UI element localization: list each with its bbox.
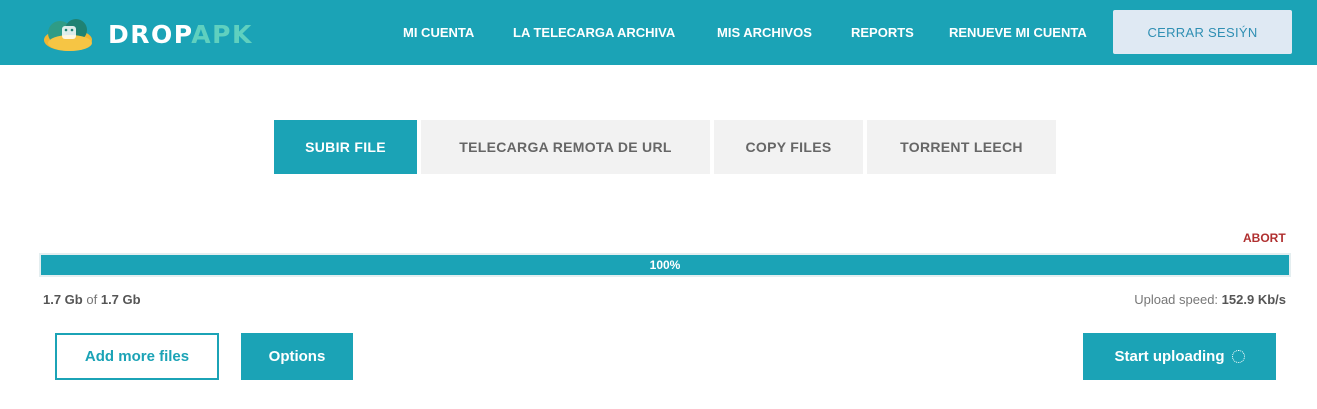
loading-spinner-icon [1231, 350, 1245, 363]
tab-upload-file[interactable]: SUBIR FILE [274, 120, 417, 174]
add-more-files-button[interactable]: Add more files [55, 333, 219, 380]
nav-renew-account[interactable]: RENUEVE MI CUENTA [949, 25, 1087, 40]
options-button[interactable]: Options [241, 333, 353, 380]
upload-method-tabs: SUBIR FILE TELECARGA REMOTA DE URL COPY … [0, 120, 1317, 174]
total-size: 1.7 Gb [100, 292, 141, 307]
upload-progress-bar: 100% [39, 253, 1291, 277]
tab-torrent-leech[interactable]: TORRENT LEECH [867, 120, 1056, 174]
start-uploading-label: Start uploading [1114, 348, 1225, 365]
cloud-android-icon [44, 19, 92, 51]
nav-my-files[interactable]: MIS ARCHIVOS [717, 25, 812, 40]
nav-my-account[interactable]: MI CUENTA [403, 25, 474, 40]
uploaded-size: 1.7 Gb [43, 292, 83, 307]
tab-copy-files[interactable]: COPY FILES [714, 120, 863, 174]
nav-upload-file[interactable]: LA TELECARGA ARCHIVA [513, 25, 675, 40]
upload-speed-value: 152.9 Kb/s [1221, 292, 1286, 307]
abort-link[interactable]: ABORT [1243, 231, 1286, 245]
logout-button[interactable]: CERRAR SESIÝN [1113, 10, 1292, 54]
nav-reports[interactable]: REPORTS [851, 25, 914, 40]
brand-wordmark: DROPAPK [108, 19, 253, 49]
brand-logo[interactable]: DROPAPK [38, 14, 253, 54]
tab-remote-url-upload[interactable]: TELECARGA REMOTA DE URL [421, 120, 710, 174]
upload-size-info: 1.7 Gb of 1.7 Gb [43, 292, 141, 307]
start-uploading-button[interactable]: Start uploading [1083, 333, 1276, 380]
upload-speed-info: Upload speed: 152.9 Kb/s [1134, 292, 1286, 307]
top-navigation-bar: DROPAPK MI CUENTA LA TELECARGA ARCHIVA M… [0, 0, 1317, 65]
upload-speed-label: Upload speed: [1134, 292, 1219, 307]
progress-percent-label: 100% [649, 258, 681, 272]
of-text: of [86, 292, 98, 307]
